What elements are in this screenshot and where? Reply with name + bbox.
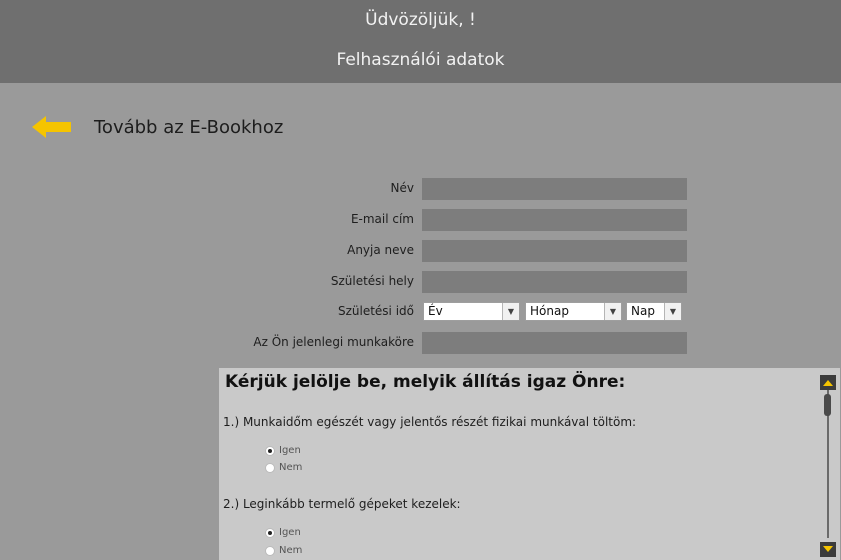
email-input[interactable]	[422, 209, 687, 231]
survey-scrollbar[interactable]	[818, 368, 840, 560]
question-2-option-no[interactable]: Nem	[265, 544, 302, 557]
mother-name-row: Anyja neve	[0, 240, 841, 262]
option-label: Igen	[279, 445, 301, 456]
email-label: E-mail cím	[350, 212, 414, 226]
scroll-down-button[interactable]	[820, 542, 836, 557]
chevron-down-icon[interactable]: ▼	[664, 303, 681, 320]
year-select[interactable]: Év ▼	[423, 302, 520, 321]
back-to-ebook-link[interactable]: Tovább az E-Bookhoz	[32, 114, 283, 140]
birthplace-label: Születési hely	[330, 274, 414, 288]
radio-button[interactable]	[265, 462, 275, 473]
mother-name-input[interactable]	[422, 240, 687, 262]
name-input[interactable]	[422, 178, 687, 200]
birthdate-row: Születési idő Év ▼ Hónap ▼ Nap ▼	[0, 301, 841, 323]
birthplace-input[interactable]	[422, 271, 687, 293]
chevron-down-icon[interactable]: ▼	[604, 303, 621, 320]
birthdate-label: Születési idő	[337, 304, 414, 318]
radio-button-selected[interactable]	[265, 445, 275, 456]
section-title: Felhasználói adatok	[336, 50, 505, 70]
question-2: 2.) Leginkább termelő gépeket kezelek:	[223, 497, 461, 511]
chevron-up-icon	[823, 380, 833, 386]
survey-panel: Kérjük jelölje be, melyik állítás igaz Ö…	[219, 368, 840, 560]
question-2-option-yes[interactable]: Igen	[265, 526, 301, 539]
question-1-option-yes[interactable]: Igen	[265, 444, 301, 457]
chevron-down-icon	[823, 546, 833, 552]
month-select-value: Hónap	[530, 304, 569, 318]
mother-name-label: Anyja neve	[347, 243, 414, 257]
scrollbar-thumb[interactable]	[824, 394, 831, 416]
job-row: Az Ön jelenlegi munkaköre	[0, 332, 841, 354]
chevron-down-icon[interactable]: ▼	[502, 303, 519, 320]
scroll-up-button[interactable]	[820, 375, 836, 390]
month-select[interactable]: Hónap ▼	[525, 302, 622, 321]
name-label: Név	[390, 181, 414, 195]
year-select-value: Év	[428, 304, 443, 318]
page-header: Üdvözöljük, ! Felhasználói adatok	[0, 0, 841, 83]
job-label: Az Ön jelenlegi munkaköre	[253, 335, 414, 349]
radio-button-selected[interactable]	[265, 527, 275, 538]
name-row: Név	[0, 178, 841, 200]
day-select[interactable]: Nap ▼	[626, 302, 682, 321]
welcome-title: Üdvözöljük, !	[365, 10, 476, 30]
arrow-left-icon[interactable]	[32, 114, 72, 140]
back-link-label[interactable]: Tovább az E-Bookhoz	[94, 117, 283, 138]
question-1-option-no[interactable]: Nem	[265, 461, 302, 474]
birthplace-row: Születési hely	[0, 271, 841, 293]
day-select-value: Nap	[631, 304, 655, 318]
job-input[interactable]	[422, 332, 687, 354]
survey-title: Kérjük jelölje be, melyik állítás igaz Ö…	[225, 372, 626, 392]
option-label: Igen	[279, 527, 301, 538]
email-row: E-mail cím	[0, 209, 841, 231]
option-label: Nem	[279, 462, 303, 473]
radio-button[interactable]	[265, 545, 275, 556]
option-label: Nem	[279, 545, 303, 556]
question-1: 1.) Munkaidőm egészét vagy jelentős rész…	[223, 415, 637, 429]
